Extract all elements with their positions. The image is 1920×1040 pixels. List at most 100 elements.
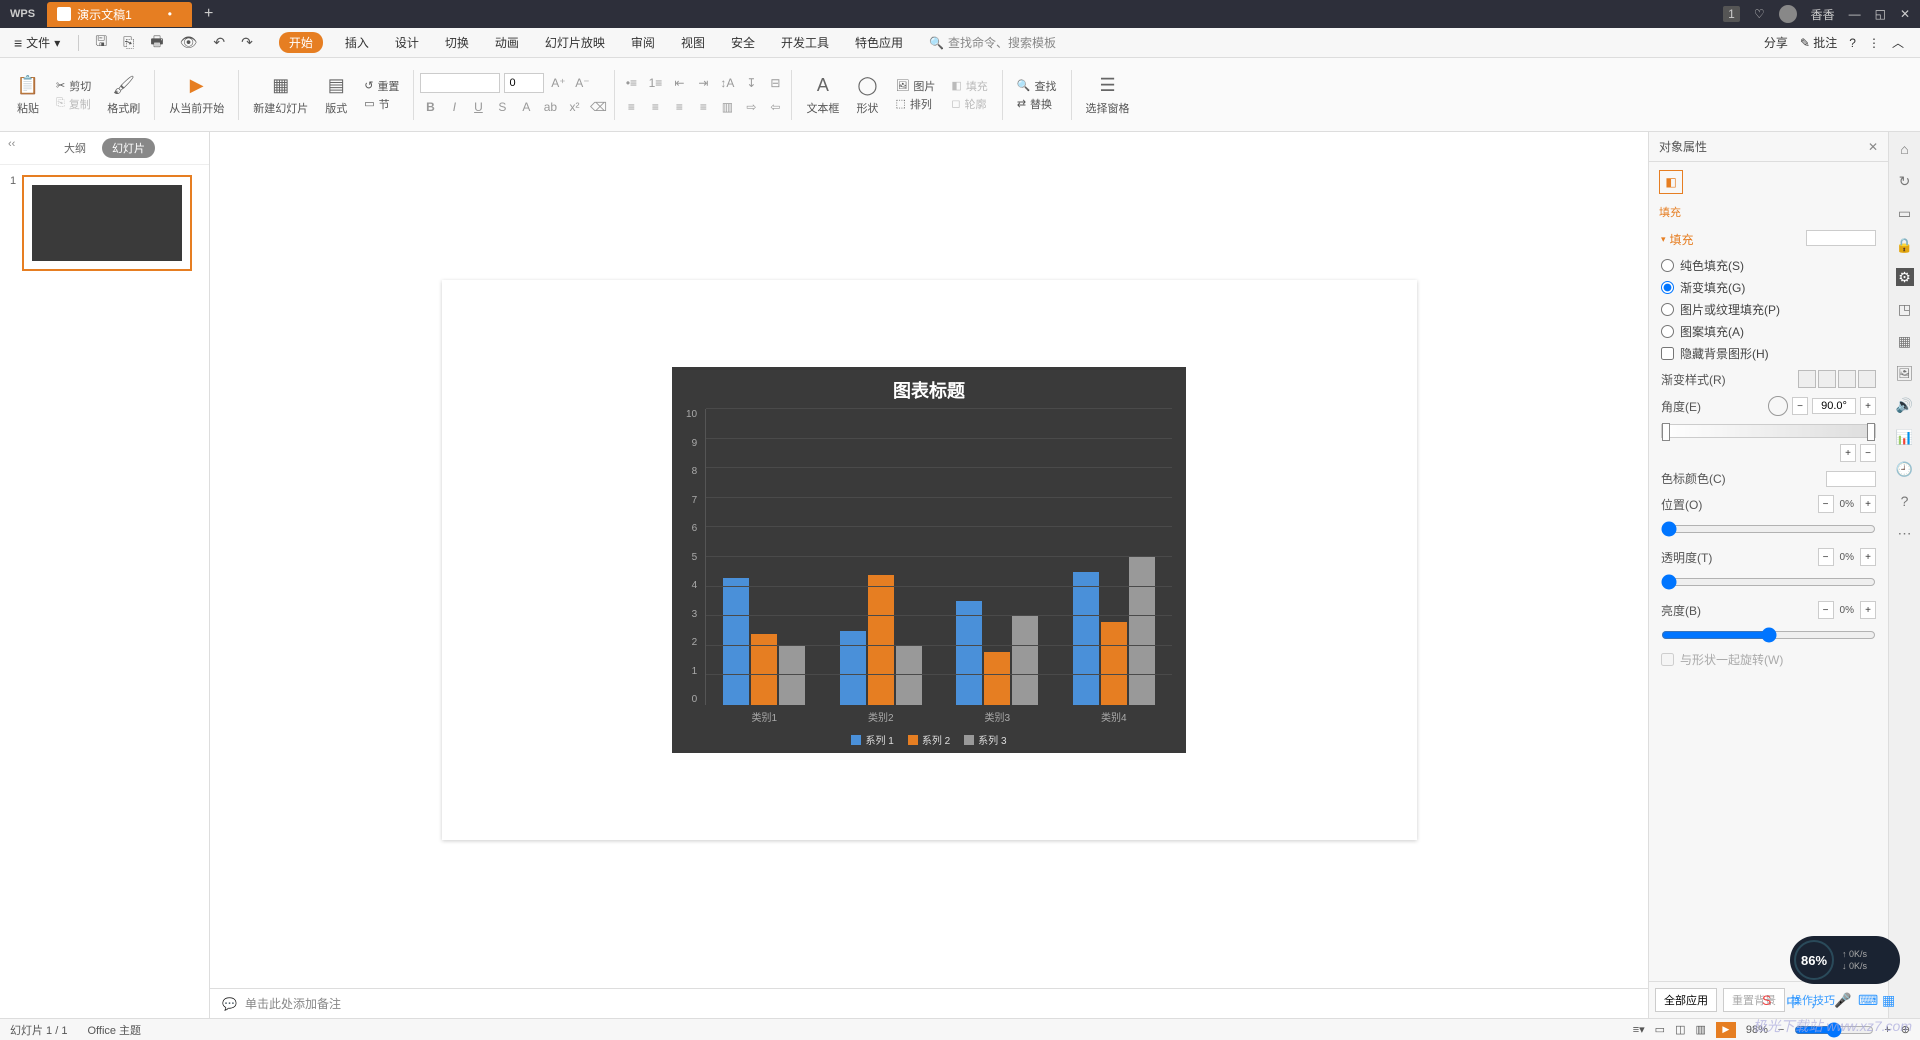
minimize-button[interactable]: ― — [1849, 7, 1861, 21]
save-as-icon[interactable]: ⎘ — [119, 32, 138, 53]
share-button[interactable]: 分享 — [1764, 34, 1788, 51]
copy-button[interactable]: ⎘复制 — [56, 96, 91, 112]
position-decrease[interactable]: − — [1818, 495, 1834, 513]
slide[interactable]: 图表标题 109876543210 类别1类别2类别3类别4 系列 1系列 2系… — [442, 280, 1417, 840]
side-clock-icon[interactable]: 🕘 — [1896, 460, 1914, 478]
view-reading-icon[interactable]: ▥ — [1695, 1023, 1705, 1036]
new-slide-button[interactable]: ▦ 新建幻灯片 — [245, 70, 316, 120]
brightness-slider[interactable] — [1661, 627, 1876, 643]
cut-button[interactable]: ✂剪切 — [56, 78, 91, 94]
transparency-increase[interactable]: + — [1860, 548, 1876, 566]
italic-button[interactable]: I — [444, 97, 464, 117]
gradient-style-buttons[interactable] — [1798, 370, 1876, 388]
hide-bg-checkbox[interactable]: 隐藏背景图形(H) — [1661, 345, 1876, 362]
paste-group[interactable]: 📋 粘贴 — [8, 70, 48, 120]
align-right-button[interactable]: ≡ — [669, 97, 689, 117]
zoom-slider[interactable] — [1794, 1022, 1874, 1038]
ime-comma-icon[interactable]: ， — [1810, 992, 1828, 1010]
document-tab[interactable]: 演示文稿1 • — [47, 2, 192, 27]
view-sorter-icon[interactable]: ◫ — [1675, 1023, 1685, 1036]
fit-window-icon[interactable]: ⊕ — [1901, 1023, 1910, 1036]
redo-icon[interactable]: ↷ — [237, 32, 257, 53]
layout-button[interactable]: ▤ 版式 — [316, 70, 356, 120]
gradient-stop-2[interactable] — [1867, 423, 1875, 441]
textbox-button[interactable]: A 文本框 — [798, 70, 847, 120]
angle-input[interactable] — [1812, 398, 1856, 414]
align-justify-button[interactable]: ≡ — [693, 97, 713, 117]
transparency-decrease[interactable]: − — [1818, 548, 1834, 566]
collapse-panel-icon[interactable]: ‹‹ — [8, 138, 15, 150]
arrange-button[interactable]: ⬚排列 — [895, 96, 935, 112]
solid-fill-radio[interactable]: 纯色填充(S) — [1661, 257, 1876, 274]
indent-dec-button[interactable]: ⇤ — [669, 73, 689, 93]
help-icon[interactable]: ? — [1849, 36, 1856, 50]
transparency-slider[interactable] — [1661, 574, 1876, 590]
side-window-icon[interactable]: ◳ — [1896, 300, 1914, 318]
play-from-current-button[interactable]: ▶ 从当前开始 — [161, 70, 232, 120]
reset-button[interactable]: ↺重置 — [364, 78, 399, 94]
superscript-button[interactable]: x² — [564, 97, 584, 117]
text-direction-button[interactable]: ↧ — [741, 73, 761, 93]
stop-color-swatch[interactable] — [1826, 471, 1876, 487]
restore-button[interactable]: ◱ — [1875, 7, 1886, 21]
ime-bar[interactable]: S 中 ， 🎤 ⌨ ▦ — [1762, 992, 1900, 1010]
view-normal-icon[interactable]: ▭ — [1655, 1023, 1665, 1036]
side-more-icon[interactable]: ⋯ — [1896, 524, 1914, 542]
increase-font-icon[interactable]: A⁺ — [548, 73, 568, 93]
brightness-increase[interactable]: + — [1860, 601, 1876, 619]
side-grid-icon[interactable]: ▦ — [1896, 332, 1914, 350]
angle-increase[interactable]: + — [1860, 397, 1876, 415]
indent-inc-button[interactable]: ⇥ — [693, 73, 713, 93]
side-image-icon[interactable]: 🖼 — [1896, 364, 1914, 382]
strike-button[interactable]: S — [492, 97, 512, 117]
ime-keyboard-icon[interactable]: ⌨ — [1858, 992, 1876, 1010]
outline-tab[interactable]: 大纲 — [54, 138, 96, 158]
collapse-ribbon-icon[interactable]: ︿ — [1892, 34, 1904, 51]
zoom-out-icon[interactable]: − — [1778, 1024, 1784, 1036]
format-painter-button[interactable]: 🖌 格式刷 — [99, 70, 148, 120]
side-settings-icon[interactable]: ⚙ — [1896, 268, 1914, 286]
picture-button[interactable]: 🖼图片 — [895, 78, 935, 94]
underline-button[interactable]: U — [468, 97, 488, 117]
notes-bar[interactable]: 单击此处添加备注 — [210, 988, 1648, 1018]
annotate-button[interactable]: ✎ 批注 — [1800, 34, 1837, 51]
command-search[interactable]: 🔍 查找命令、搜索模板 — [929, 34, 1056, 51]
brightness-decrease[interactable]: − — [1818, 601, 1834, 619]
angle-dial[interactable] — [1768, 396, 1788, 416]
tab-slideshow[interactable]: 幻灯片放映 — [541, 32, 609, 53]
tab-animation[interactable]: 动画 — [491, 32, 523, 53]
tab-special[interactable]: 特色应用 — [851, 32, 907, 53]
font-family-input[interactable] — [420, 73, 500, 93]
line-spacing-button[interactable]: ↕A — [717, 73, 737, 93]
gradient-rect-icon[interactable] — [1838, 370, 1856, 388]
tab-insert[interactable]: 插入 — [341, 32, 373, 53]
columns-button[interactable]: ▥ — [717, 97, 737, 117]
outline-button[interactable]: ◻轮廓 — [951, 96, 987, 112]
remove-stop-icon[interactable]: − — [1860, 444, 1876, 462]
chart-object[interactable]: 图表标题 109876543210 类别1类别2类别3类别4 系列 1系列 2系… — [672, 367, 1186, 753]
replace-button[interactable]: ⇄替换 — [1017, 96, 1057, 112]
side-sound-icon[interactable]: 🔊 — [1896, 396, 1914, 414]
align-left-button[interactable]: ≡ — [621, 97, 641, 117]
slide-thumbnail[interactable]: 1 — [10, 175, 199, 271]
gradient-fill-radio[interactable]: 渐变填充(G) — [1661, 279, 1876, 296]
zoom-in-icon[interactable]: + — [1884, 1024, 1890, 1036]
fill-button[interactable]: ◧填充 — [951, 78, 987, 94]
tab-design[interactable]: 设计 — [391, 32, 423, 53]
font-color-button[interactable]: A — [516, 97, 536, 117]
more-icon[interactable]: ⋮ — [1868, 36, 1880, 50]
close-button[interactable]: ✕ — [1900, 7, 1910, 21]
gradient-radial-icon[interactable] — [1818, 370, 1836, 388]
ime-sogou-icon[interactable]: S — [1762, 992, 1780, 1010]
file-menu[interactable]: 文件 ▾ — [8, 32, 66, 53]
fill-tab-icon[interactable]: ◧ — [1659, 170, 1683, 194]
pattern-fill-radio[interactable]: 图案填充(A) — [1661, 323, 1876, 340]
print-icon[interactable]: 🖶 — [146, 29, 167, 57]
print-preview-icon[interactable]: 👁 — [176, 32, 202, 53]
angle-decrease[interactable]: − — [1792, 397, 1808, 415]
section-button[interactable]: ▭节 — [364, 96, 399, 112]
new-tab-button[interactable]: + — [192, 5, 225, 23]
view-menu-icon[interactable]: ≡▾ — [1633, 1023, 1645, 1036]
side-home-icon[interactable]: ⌂ — [1896, 140, 1914, 158]
outdent-button[interactable]: ⇦ — [765, 97, 785, 117]
